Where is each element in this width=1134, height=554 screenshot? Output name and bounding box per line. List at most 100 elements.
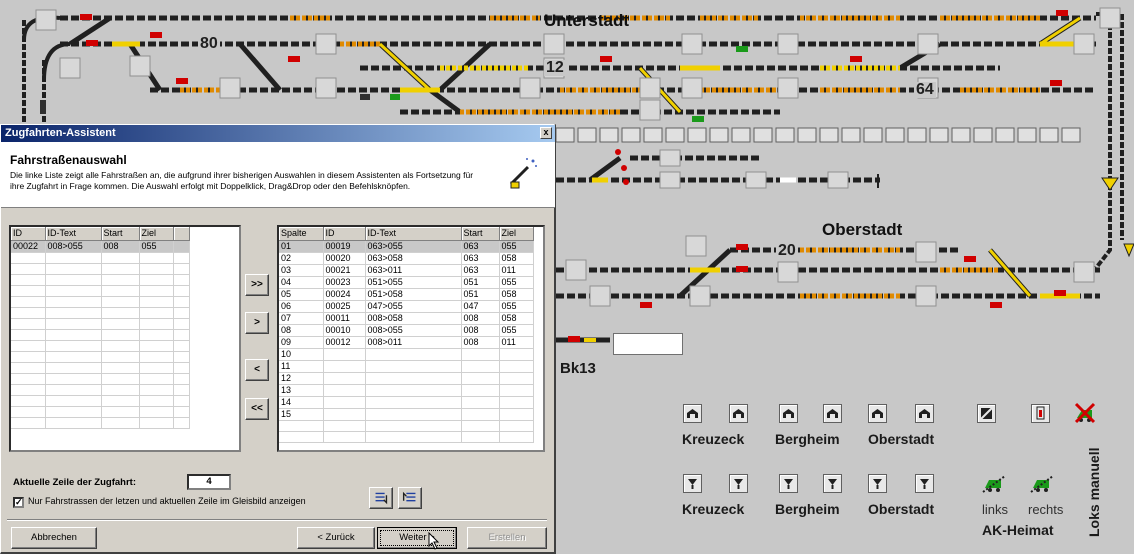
- depot-icon[interactable]: [977, 404, 996, 423]
- available-routes-list[interactable]: ID ID-Text Start Ziel 00022 008>055 008 055: [9, 225, 241, 452]
- block-occupancy-field[interactable]: [613, 333, 683, 355]
- signal-icon-bergheim-1[interactable]: [779, 474, 798, 493]
- table-cell: [499, 431, 534, 443]
- station-icon-bergheim-1[interactable]: [779, 404, 798, 423]
- swap-down-icon-button[interactable]: [369, 487, 393, 509]
- station-icon-oberstadt-1[interactable]: [868, 404, 887, 423]
- remove-all-button[interactable]: <<: [245, 398, 269, 420]
- station-icon-bergheim-2[interactable]: [823, 404, 842, 423]
- table-row[interactable]: [11, 307, 190, 319]
- table-cell: 00021: [323, 264, 366, 277]
- table-row[interactable]: 07 00011 008>058 008 058: [279, 312, 534, 325]
- right-col-spalte[interactable]: Spalte: [279, 227, 324, 241]
- left-col-ziel[interactable]: Ziel: [139, 227, 174, 241]
- table-row[interactable]: [11, 406, 190, 418]
- table-cell: [461, 372, 500, 385]
- current-row-field[interactable]: 4: [187, 474, 231, 490]
- table-row[interactable]: 03 00021 063>011 063 011: [279, 264, 534, 277]
- show-routes-checkbox[interactable]: ✓: [13, 497, 24, 508]
- loco-left-icon[interactable]: [982, 472, 1006, 494]
- cancel-button[interactable]: Abbrechen: [11, 527, 97, 549]
- exit-icon[interactable]: [1031, 404, 1050, 423]
- table-row[interactable]: [11, 252, 190, 264]
- left-col-id[interactable]: ID: [11, 227, 46, 241]
- station-icon-oberstadt-2[interactable]: [915, 404, 934, 423]
- table-cell: [499, 420, 534, 432]
- zugfahrten-assistent-dialog: Zugfahrten-Assistent x Fahrstraßenauswah…: [0, 124, 556, 554]
- swap-up-icon-button[interactable]: [398, 487, 422, 509]
- table-row[interactable]: 09 00012 008>011 008 011: [279, 336, 534, 349]
- table-cell: [45, 329, 102, 341]
- table-row[interactable]: 08 00010 008>055 008 055: [279, 324, 534, 337]
- signal-icon-kreuzeck-1[interactable]: [683, 474, 702, 493]
- table-cell: [139, 406, 174, 418]
- table-cell: 055: [499, 324, 534, 337]
- table-row[interactable]: 15: [279, 408, 534, 421]
- signal-icon-kreuzeck-2[interactable]: [729, 474, 748, 493]
- table-cell: [45, 296, 102, 308]
- loks-manuell-disabled-icon[interactable]: [1074, 400, 1096, 424]
- dialog-title-bar[interactable]: Zugfahrten-Assistent x: [1, 125, 555, 142]
- table-row[interactable]: [279, 431, 534, 443]
- table-row[interactable]: 01 00019 063>055 063 055: [279, 240, 534, 253]
- table-cell: [101, 329, 140, 341]
- table-row[interactable]: 10: [279, 348, 534, 361]
- table-cell: [323, 348, 366, 361]
- add-one-button[interactable]: >: [245, 312, 269, 334]
- right-col-idtext[interactable]: ID-Text: [365, 227, 462, 241]
- signal-icon-bergheim-2[interactable]: [823, 474, 842, 493]
- right-col-ziel[interactable]: Ziel: [499, 227, 534, 241]
- signal-icon-oberstadt-1[interactable]: [868, 474, 887, 493]
- add-all-button[interactable]: >>: [245, 274, 269, 296]
- table-cell: 058: [499, 288, 534, 301]
- right-col-start[interactable]: Start: [461, 227, 500, 241]
- table-row[interactable]: 04 00023 051>055 051 055: [279, 276, 534, 289]
- remove-one-button[interactable]: <: [245, 359, 269, 381]
- next-button[interactable]: Weiter >: [377, 527, 457, 549]
- table-row[interactable]: [11, 340, 190, 352]
- table-row[interactable]: [11, 362, 190, 374]
- table-row[interactable]: [11, 417, 190, 429]
- table-cell: 10: [279, 348, 324, 361]
- table-cell: [323, 360, 366, 373]
- table-row[interactable]: 02 00020 063>058 063 058: [279, 252, 534, 265]
- table-cell: [101, 384, 140, 396]
- table-cell: 00024: [323, 288, 366, 301]
- create-button[interactable]: Erstellen: [467, 527, 547, 549]
- table-row[interactable]: [279, 420, 534, 432]
- table-row[interactable]: 11: [279, 360, 534, 373]
- table-cell: [173, 240, 190, 253]
- table-row[interactable]: [11, 351, 190, 363]
- back-button[interactable]: < Zurück: [297, 527, 375, 549]
- table-row[interactable]: 06 00025 047>055 047 055: [279, 300, 534, 313]
- table-row[interactable]: 13: [279, 384, 534, 397]
- table-row[interactable]: [11, 296, 190, 308]
- table-cell: [173, 340, 190, 352]
- table-row[interactable]: [11, 384, 190, 396]
- table-row[interactable]: [11, 274, 190, 286]
- table-row[interactable]: [11, 285, 190, 297]
- right-col-id[interactable]: ID: [323, 227, 366, 241]
- table-row[interactable]: [11, 318, 190, 330]
- station-icon-kreuzeck-1[interactable]: [683, 404, 702, 423]
- table-row[interactable]: [11, 329, 190, 341]
- left-col-start[interactable]: Start: [101, 227, 140, 241]
- header-title: Fahrstraßenauswahl: [10, 153, 127, 167]
- station-icon-kreuzeck-2[interactable]: [729, 404, 748, 423]
- table-cell: 05: [279, 288, 324, 301]
- signal-icon-oberstadt-2[interactable]: [915, 474, 934, 493]
- table-row[interactable]: [11, 395, 190, 407]
- table-cell: [139, 263, 174, 275]
- table-row[interactable]: 14: [279, 396, 534, 409]
- table-row[interactable]: [11, 263, 190, 275]
- table-row[interactable]: 00022 008>055 008 055: [11, 240, 190, 253]
- left-col-idtext[interactable]: ID-Text: [45, 227, 102, 241]
- table-cell: 063: [461, 240, 500, 253]
- table-row[interactable]: 12: [279, 372, 534, 385]
- table-row[interactable]: 05 00024 051>058 051 058: [279, 288, 534, 301]
- loco-right-icon[interactable]: [1030, 472, 1054, 494]
- close-button[interactable]: x: [540, 127, 552, 139]
- track-number-64: 64: [914, 81, 936, 98]
- selected-routes-list[interactable]: Spalte ID ID-Text Start Ziel 01 00019 063>…: [277, 225, 545, 452]
- table-row[interactable]: [11, 373, 190, 385]
